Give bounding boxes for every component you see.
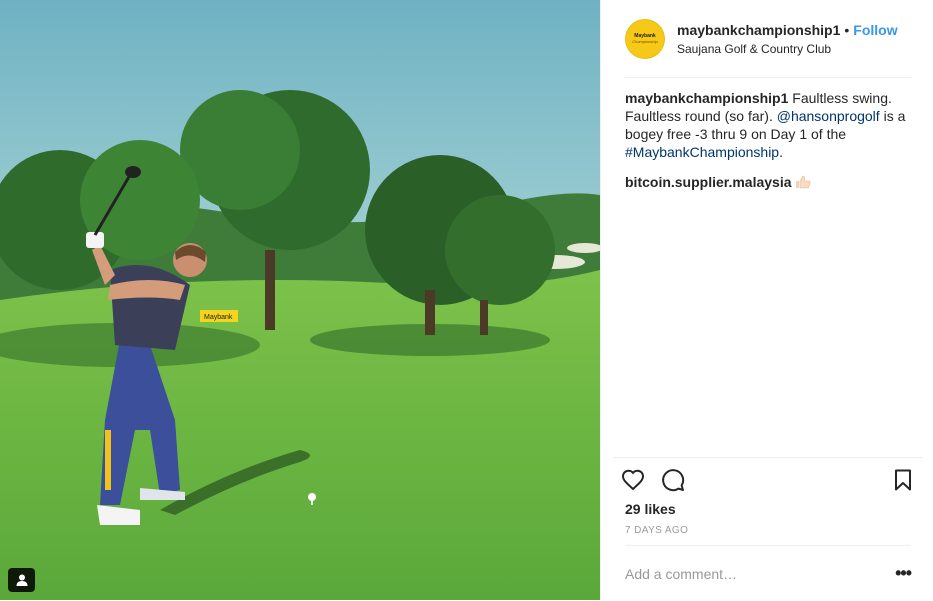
speech-bubble-icon bbox=[662, 469, 685, 492]
golf-ball bbox=[308, 493, 316, 501]
avatar-logo-subtext: Championship bbox=[632, 38, 658, 44]
post-details-panel: Maybank Championship maybankchampionship… bbox=[600, 0, 933, 600]
comment-item: bitcoin.supplier.malaysia bbox=[625, 173, 911, 191]
thumbs-up-emoji-icon bbox=[795, 175, 810, 189]
comment-username[interactable]: bitcoin.supplier.malaysia bbox=[625, 174, 792, 190]
caption-text-part3: . bbox=[779, 144, 783, 160]
bookmark-icon bbox=[895, 469, 911, 491]
like-button[interactable] bbox=[613, 460, 653, 500]
hashtag-link[interactable]: #MaybankChampionship bbox=[625, 144, 779, 160]
header-username[interactable]: maybankchampionship1 bbox=[677, 22, 840, 38]
likes-count[interactable]: 29 likes bbox=[625, 500, 676, 518]
heart-outline-icon bbox=[621, 469, 645, 491]
tagged-users-button[interactable] bbox=[8, 568, 35, 592]
header-separator: • bbox=[844, 21, 850, 38]
sponsor-sign-text: Maybank bbox=[204, 314, 233, 321]
location-link[interactable]: Saujana Golf & Country Club bbox=[677, 41, 898, 57]
caption-text: maybankchampionship1 Faultless swing. Fa… bbox=[625, 89, 911, 161]
post-timestamp[interactable]: 7 DAYS AGO bbox=[625, 525, 688, 536]
action-bar bbox=[613, 457, 923, 502]
mention-link[interactable]: @hansonprogolf bbox=[777, 108, 880, 124]
add-comment-section: ••• bbox=[625, 545, 912, 601]
more-options-button[interactable]: ••• bbox=[887, 563, 912, 584]
follow-button[interactable]: Follow bbox=[853, 22, 897, 38]
comment-button[interactable] bbox=[653, 460, 693, 500]
post-photo[interactable]: Maybank bbox=[0, 0, 600, 600]
header-user-info: maybankchampionship1 • Follow Saujana Golf… bbox=[677, 21, 898, 57]
tagged-user-icon bbox=[16, 574, 27, 586]
caption-username[interactable]: maybankchampionship1 bbox=[625, 90, 788, 106]
golf-swing-image: Maybank bbox=[0, 0, 600, 600]
instagram-post: Maybank Maybank Championship maybankcham… bbox=[0, 0, 933, 600]
post-header: Maybank Championship maybankchampionship… bbox=[625, 0, 911, 78]
caption-section: maybankchampionship1 Faultless swing. Fa… bbox=[625, 89, 911, 191]
avatar[interactable]: Maybank Championship bbox=[625, 18, 665, 59]
add-comment-input[interactable] bbox=[625, 565, 887, 582]
save-button[interactable] bbox=[883, 460, 923, 500]
